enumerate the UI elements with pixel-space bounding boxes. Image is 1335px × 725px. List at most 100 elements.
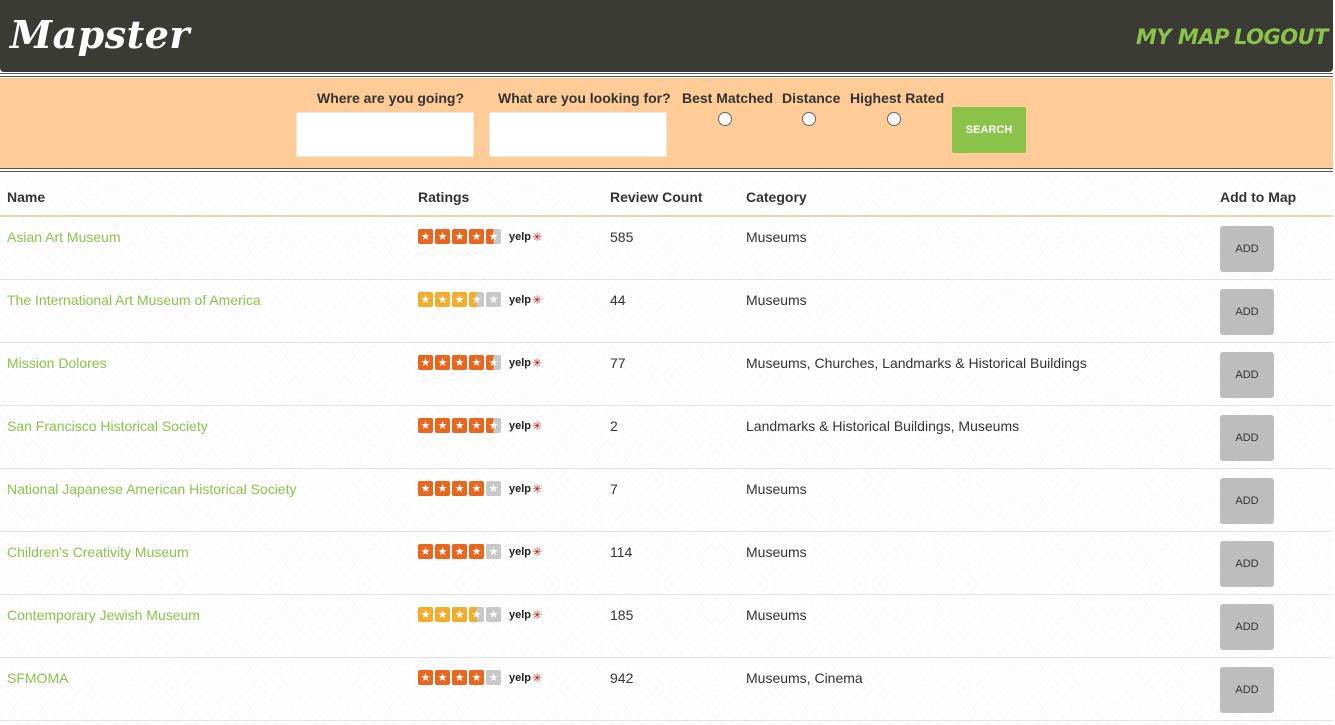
venue-name-link[interactable]: San Francisco Historical Society (7, 418, 208, 434)
star-icon: ★ (435, 418, 450, 433)
category-text: Museums (746, 607, 807, 623)
star-icon: ★ (418, 229, 433, 244)
yelp-logo: yelp ✳ (509, 293, 542, 307)
star-icon: ★ (469, 544, 484, 559)
app-logo[interactable]: Mapster (10, 12, 190, 57)
table-header: Name Ratings Review Count Category Add t… (0, 174, 1333, 217)
star-icon: ★ (435, 670, 450, 685)
star-icon: ★ (452, 418, 467, 433)
star-icon: ★ (452, 355, 467, 370)
yelp-burst-icon: ✳ (532, 418, 543, 433)
review-count: 7 (610, 481, 618, 497)
venue-name-link[interactable]: Children's Creativity Museum (7, 544, 189, 560)
yelp-wordmark: yelp (509, 230, 532, 243)
search-button[interactable]: SEARCH (952, 107, 1026, 153)
venue-name-link[interactable]: The International Art Museum of America (7, 292, 261, 308)
category-text: Museums, Churches, Landmarks & Historica… (746, 355, 1087, 371)
add-to-map-button[interactable]: ADD (1220, 226, 1274, 272)
star-icon: ★ (486, 607, 501, 622)
star-icon: ★ (486, 544, 501, 559)
yelp-logo: yelp ✳ (509, 356, 542, 370)
add-to-map-button[interactable]: ADD (1220, 541, 1274, 587)
query-input[interactable] (489, 112, 667, 157)
add-to-map-button[interactable]: ADD (1220, 352, 1274, 398)
star-icon: ★ (435, 544, 450, 559)
category-text: Landmarks & Historical Buildings, Museum… (746, 418, 1020, 434)
venue-name-link[interactable]: National Japanese American Historical So… (7, 481, 296, 497)
add-to-map-button[interactable]: ADD (1220, 478, 1274, 524)
star-icon: ★ (435, 229, 450, 244)
star-rating: ★ ★ ★ ★ ★ yelp ✳ (418, 670, 542, 685)
venue-name-link[interactable]: SFMOMA (7, 670, 68, 686)
star-icon: ★ (452, 229, 467, 244)
review-count: 942 (610, 670, 634, 686)
yelp-burst-icon: ✳ (532, 481, 543, 496)
star-icon: ★ (435, 292, 450, 307)
search-bar: Where are you going? What are you lookin… (0, 78, 1333, 168)
star-icon: ★ (469, 292, 484, 307)
destination-label: Where are you going? (317, 90, 465, 106)
yelp-burst-icon: ✳ (532, 607, 543, 622)
venue-name-cell: National Japanese American Historical So… (7, 481, 296, 497)
table-row: The International Art Museum of America … (0, 280, 1333, 343)
venue-name-cell: Asian Art Museum (7, 229, 121, 245)
column-header-ratings: Ratings (418, 189, 470, 205)
star-icon: ★ (435, 481, 450, 496)
add-to-map-button[interactable]: ADD (1220, 289, 1274, 335)
star-icon: ★ (486, 229, 501, 244)
star-icon: ★ (435, 607, 450, 622)
destination-input[interactable] (296, 112, 474, 157)
category-text: Museums (746, 481, 807, 497)
star-icon: ★ (469, 670, 484, 685)
category-text: Museums (746, 229, 807, 245)
category-text: Museums (746, 292, 807, 308)
star-rating: ★ ★ ★ ★ ★ yelp ✳ (418, 544, 542, 559)
add-to-map-button[interactable]: ADD (1220, 604, 1274, 650)
star-icon: ★ (452, 607, 467, 622)
star-rating: ★ ★ ★ ★ ★ yelp ✳ (418, 292, 542, 307)
table-row: Asian Art Museum ★ ★ ★ ★ ★ yelp ✳ 585 Museums … (0, 217, 1333, 280)
star-icon: ★ (418, 292, 433, 307)
yelp-wordmark: yelp (509, 608, 532, 621)
table-row: Contemporary Jewish Museum ★ ★ ★ ★ ★ yelp ✳ 18… (0, 595, 1333, 658)
review-count: 585 (610, 229, 634, 245)
sort-best-matched-radio[interactable] (718, 112, 732, 126)
venue-name-cell: The International Art Museum of America (7, 292, 261, 308)
star-icon: ★ (469, 481, 484, 496)
yelp-burst-icon: ✳ (532, 670, 543, 685)
venue-name-cell: Mission Dolores (7, 355, 107, 371)
review-count: 185 (610, 607, 634, 623)
star-rating: ★ ★ ★ ★ ★ yelp ✳ (418, 355, 542, 370)
star-icon: ★ (469, 418, 484, 433)
venue-name-link[interactable]: Mission Dolores (7, 355, 107, 371)
table-row: National Japanese American Historical So… (0, 469, 1333, 532)
review-count: 77 (610, 355, 626, 371)
star-rating: ★ ★ ★ ★ ★ yelp ✳ (418, 481, 542, 496)
star-icon: ★ (452, 292, 467, 307)
venue-name-link[interactable]: Asian Art Museum (7, 229, 121, 245)
sort-distance-radio[interactable] (802, 112, 816, 126)
venue-name-cell: Contemporary Jewish Museum (7, 607, 200, 623)
venue-name-cell: San Francisco Historical Society (7, 418, 208, 434)
add-to-map-button[interactable]: ADD (1220, 415, 1274, 461)
yelp-logo: yelp ✳ (509, 671, 542, 685)
sort-highest-rated-radio[interactable] (887, 112, 901, 126)
search-divider (0, 168, 1333, 172)
my-map-link[interactable]: MY MAP (1136, 25, 1229, 49)
venue-name-link[interactable]: Contemporary Jewish Museum (7, 607, 200, 623)
table-row: Children's Creativity Museum ★ ★ ★ ★ ★ yelp ✳ … (0, 532, 1333, 595)
add-to-map-button[interactable]: ADD (1220, 667, 1274, 713)
star-icon: ★ (452, 670, 467, 685)
logout-link[interactable]: LOGOUT (1234, 25, 1328, 49)
query-label: What are you looking for? (498, 90, 671, 106)
star-icon: ★ (418, 544, 433, 559)
star-icon: ★ (452, 481, 467, 496)
header-divider (0, 73, 1333, 77)
category-text: Museums (746, 544, 807, 560)
star-icon: ★ (469, 607, 484, 622)
results-table: Name Ratings Review Count Category Add t… (0, 174, 1333, 725)
star-icon: ★ (418, 481, 433, 496)
star-icon: ★ (469, 229, 484, 244)
star-icon: ★ (486, 355, 501, 370)
yelp-logo: yelp ✳ (509, 482, 542, 496)
